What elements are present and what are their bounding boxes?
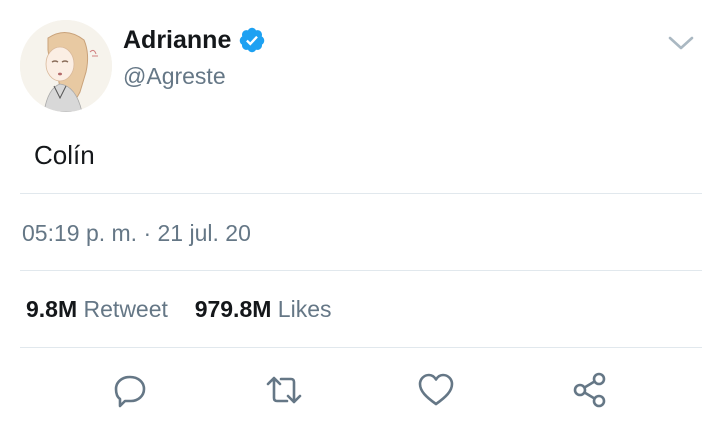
retweet-button[interactable] (264, 370, 304, 410)
retweets-stat[interactable]: 9.8M Retweet (26, 296, 174, 322)
likes-label: Likes (277, 296, 332, 322)
display-name[interactable]: Adrianne (123, 26, 231, 55)
tweet-text: Colín (34, 140, 95, 170)
tweet-detail: Adrianne @Agreste Colín 05:19 p. m. · 21… (0, 0, 720, 431)
retweets-count: 9.8M (26, 296, 78, 322)
share-icon (573, 372, 606, 408)
share-button[interactable] (570, 370, 610, 410)
divider (20, 347, 702, 348)
likes-stat[interactable]: 979.8M Likes (188, 296, 332, 322)
avatar[interactable] (20, 20, 112, 112)
reply-button[interactable] (110, 370, 150, 410)
like-button[interactable] (416, 370, 456, 410)
chevron-down-icon[interactable] (666, 32, 696, 54)
retweet-icon (266, 376, 302, 404)
verified-badge-icon (239, 27, 265, 53)
heart-icon (418, 373, 454, 406)
likes-count: 979.8M (194, 296, 272, 322)
user-handle[interactable]: @Agreste (123, 63, 226, 90)
timestamp: 05:19 p. m. · 21 jul. 20 (22, 220, 251, 246)
reply-icon (114, 375, 146, 408)
divider (20, 193, 702, 194)
engagement-stats: 9.8M Retweet 979.8M Likes (26, 296, 332, 323)
retweets-label: Retweet (83, 296, 168, 322)
divider (20, 270, 702, 271)
